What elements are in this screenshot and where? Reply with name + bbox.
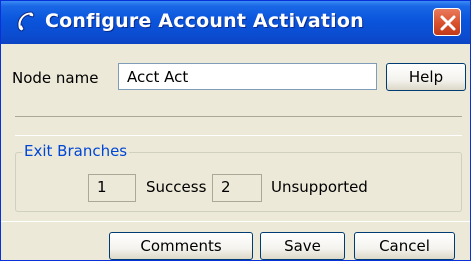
close-button[interactable]	[433, 8, 461, 36]
branch-label-unsupported: Unsupported	[271, 178, 368, 196]
branch-label-success: Success	[146, 178, 207, 196]
node-name-row: Node name Acct Act Help	[4, 52, 467, 104]
close-icon	[440, 15, 456, 31]
cancel-button[interactable]: Cancel	[354, 232, 455, 260]
branch-number-2: 2	[212, 174, 262, 202]
node-name-input[interactable]: Acct Act	[118, 63, 377, 90]
title-bar[interactable]: Configure Account Activation	[1, 1, 470, 44]
separator-panel	[15, 116, 462, 136]
exit-branches-legend: Exit Branches	[22, 142, 130, 160]
branch-number-1: 1	[88, 174, 136, 202]
comments-button[interactable]: Comments	[109, 232, 253, 260]
phone-handset-icon	[13, 9, 39, 35]
exit-branches-group: Exit Branches 1 Success 2 Unsupported	[15, 142, 462, 212]
save-button[interactable]: Save	[260, 232, 345, 260]
window-title: Configure Account Activation	[45, 10, 364, 32]
button-bar: Comments Save Cancel	[1, 221, 470, 260]
dialog-window: Configure Account Activation Node name A…	[0, 0, 471, 261]
node-name-label: Node name	[12, 69, 99, 87]
help-button[interactable]: Help	[386, 63, 466, 91]
